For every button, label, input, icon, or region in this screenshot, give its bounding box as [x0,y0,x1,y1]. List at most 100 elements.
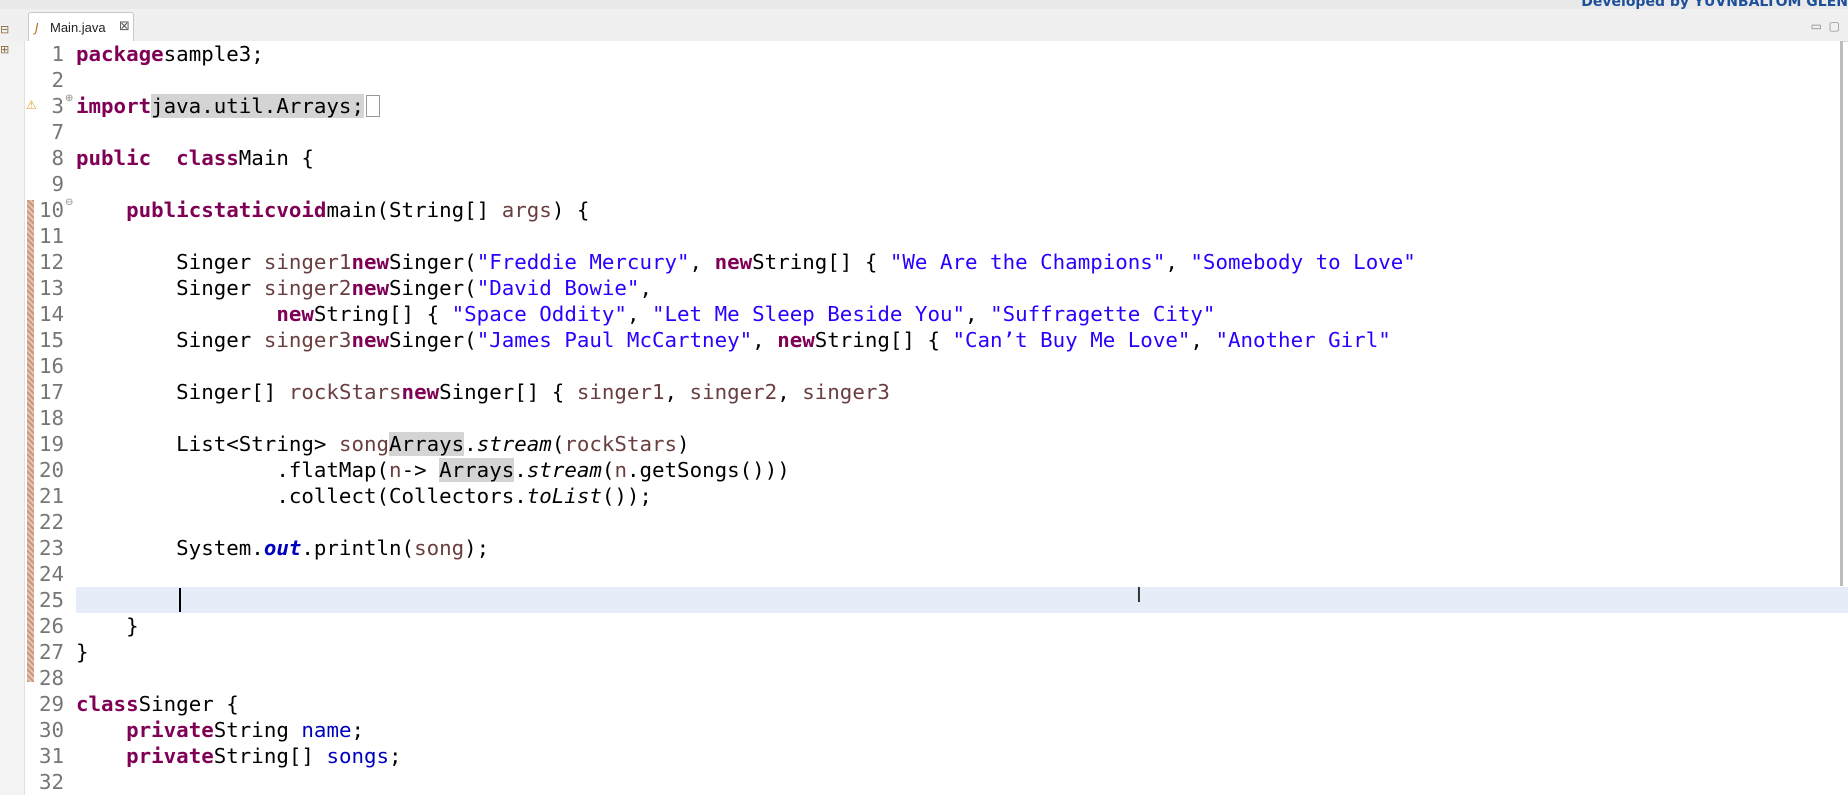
code-line[interactable]: 9 [25,171,1815,197]
code-token: , [689,250,715,274]
code-line[interactable]: 19 List<String> songArrays.stream(rockSt… [25,431,1815,457]
code-token: import [76,94,152,118]
code-line[interactable]: 25 [25,587,1815,613]
line-number: 7 [51,120,64,144]
code-line[interactable]: 11 [25,223,1815,249]
code-token: args [501,198,552,222]
code-token: Singer[] [76,380,289,404]
code-line[interactable]: 29 classSinger { [25,691,1815,717]
code-token: List<String> [76,432,339,456]
vertical-scrollbar[interactable] [1840,41,1843,586]
line-number: 11 [38,224,64,248]
code-text: privateString[] songs; [76,743,401,769]
line-number: 17 [38,380,64,404]
code-line[interactable]: 12 Singer singer1newSinger("Freddie Merc… [25,249,1815,275]
code-token: stream [526,458,602,482]
tab-main-java[interactable]: J Main.java ⊠ [28,12,134,41]
code-token: , [1190,328,1216,352]
code-line[interactable]: 26 } [25,613,1815,639]
line-number: 15 [38,328,64,352]
code-token: .println( [301,536,415,560]
line-number: 28 [38,666,64,690]
line-number: 20 [38,458,64,482]
code-line[interactable]: 27} [25,639,1815,665]
code-text: classSinger { [76,691,239,717]
collapse-fold-icon[interactable]: ⊖ [65,197,73,208]
code-text: Singer[] rockStarsnewSinger[] { singer1,… [76,379,890,405]
line-number: 2 [51,68,64,92]
line-number: 32 [38,770,64,794]
code-line[interactable]: 21 .collect(Collectors.toList()); [25,483,1815,509]
code-token: n [389,458,402,482]
code-token: n [614,458,627,482]
code-line[interactable]: 13 Singer singer2newSinger("David Bowie"… [25,275,1815,301]
code-token: .collect(Collectors. [76,484,527,508]
hierarchy-icon[interactable]: ⊞ [0,43,9,56]
code-line[interactable]: 28 [25,665,1815,691]
code-token: singer1 [576,380,665,404]
code-token: } [76,640,89,664]
code-line[interactable]: 30 privateString name; [25,717,1815,743]
code-line[interactable]: 31 privateString[] songs; [25,743,1815,769]
code-line[interactable]: 8 public classMain { [25,145,1815,171]
code-token: Main { [238,146,314,170]
code-text: Singer singer1newSinger("Freddie Mercury… [76,249,1416,275]
code-token: "Let Me Sleep Beside You" [651,302,966,326]
java-file-icon: J [35,21,39,35]
line-number: 24 [38,562,64,586]
code-line[interactable]: 24 [25,561,1815,587]
code-token: new [276,302,314,326]
code-line[interactable]: 3 ⊕ importjava.util.Arrays; [25,93,1815,119]
code-token: Singer[] { [439,380,577,404]
line-number: 12 [38,250,64,274]
code-line[interactable]: 15 Singer singer3newSinger("James Paul M… [25,327,1815,353]
code-line[interactable]: 32 [25,769,1815,795]
maximize-icon[interactable]: ▢ [1829,19,1840,33]
code-text: packagesample3; [76,41,264,67]
code-line[interactable]: 18 [25,405,1815,431]
code-token: private [126,718,214,742]
code-editor[interactable]: ⚠ 1 packagesample3; 2 3 ⊕ importjava.util.Arr… [25,41,1848,795]
code-line[interactable]: 16 [25,353,1815,379]
code-line[interactable]: 14 newString[] { "Space Oddity", "Let Me… [25,301,1815,327]
folded-imports-box[interactable] [365,95,380,117]
code-line[interactable]: 10 ⊖ publicstaticvoidmain(String[] args) … [25,197,1815,223]
code-token: package [76,42,164,66]
code-line[interactable]: 23 System.out.println(song); [25,535,1815,561]
code-token: toList [526,484,602,508]
text-cursor [179,588,181,612]
code-token: new [714,250,753,274]
code-line[interactable]: 20 .flatMap(n-> Arrays.stream(n.getSongs… [25,457,1815,483]
code-line[interactable]: 1 packagesample3; [25,41,1815,67]
code-line[interactable]: 22 [25,509,1815,535]
code-token: ); [464,536,490,560]
code-line[interactable]: 7 [25,119,1815,145]
code-text: privateString name; [76,717,364,743]
code-token: new [401,380,440,404]
tab-label: Main.java [50,20,106,35]
line-number: 14 [38,302,64,326]
line-number: 23 [38,536,64,560]
code-token: rockStars [564,432,678,456]
expand-fold-icon[interactable]: ⊕ [65,93,73,104]
outline-icon[interactable]: ⊟ [0,23,9,36]
left-side-strip: ⊟ ⊞ [0,23,25,795]
line-number: 25 [38,588,64,612]
code-text: System.out.println(song); [76,535,489,561]
close-tab-icon[interactable]: ⊠ [119,19,130,34]
code-token: Singer { [138,692,239,716]
code-token: ; [351,718,365,742]
code-text: .collect(Collectors.toList()); [76,483,652,509]
code-token: Singer [76,328,264,352]
code-line[interactable]: 17 Singer[] rockStarsnewSinger[] { singe… [25,379,1815,405]
line-number: 26 [38,614,64,638]
line-number: 8 [51,146,64,170]
code-token: static [201,198,277,222]
minimize-icon[interactable]: ▭ [1811,19,1822,33]
code-token: "Somebody to Love" [1190,250,1416,274]
code-token: String[] { [752,250,890,274]
code-text: public classMain { [76,145,314,171]
code-token: singer2 [689,380,778,404]
code-line[interactable]: 2 [25,67,1815,93]
code-token: singer3 [263,328,352,352]
